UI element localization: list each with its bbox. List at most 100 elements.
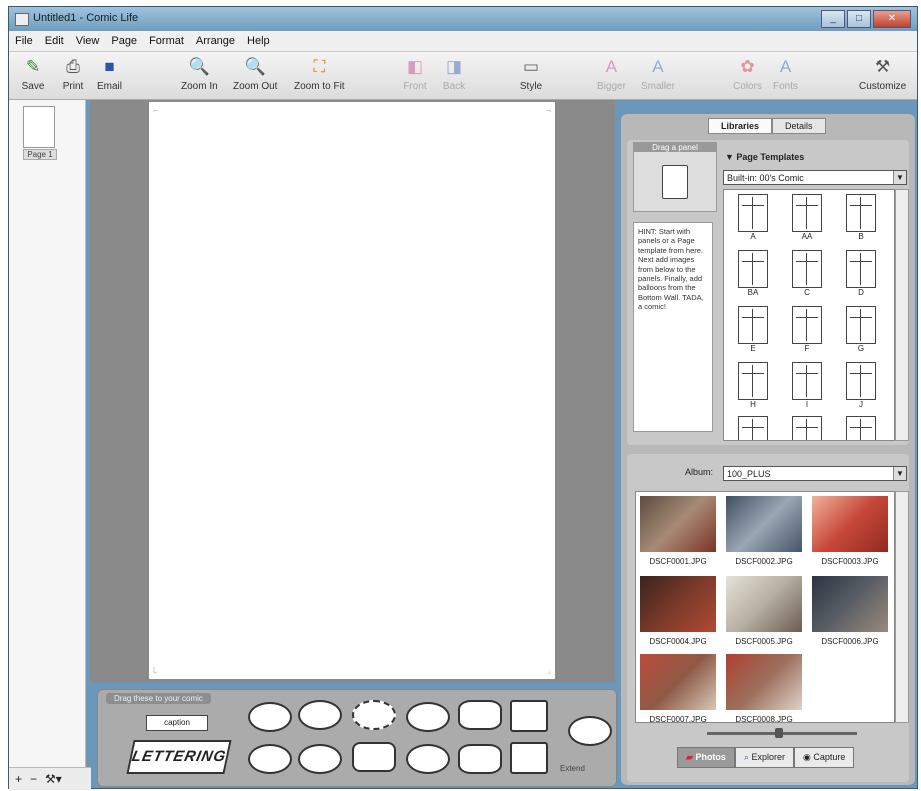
template-item[interactable]: G [838, 306, 884, 353]
tab-photos[interactable]: ▰ Photos [677, 747, 735, 768]
photo-thumbnail [640, 576, 716, 632]
template-item[interactable]: I [784, 362, 830, 409]
template-item[interactable]: D [838, 250, 884, 297]
speech-balloon[interactable] [298, 700, 342, 730]
bigger-button[interactable]: A Bigger [597, 56, 626, 92]
template-item[interactable]: BA [730, 250, 776, 297]
page-thumbnail[interactable] [23, 106, 55, 148]
window-title: Untitled1 - Comic Life [33, 12, 139, 24]
margin-mark: ¬ [546, 106, 551, 115]
photo-item[interactable]: DSCF0007.JPG [640, 654, 716, 722]
zoom-out-icon: 🔍 [244, 57, 266, 76]
speech-balloon[interactable] [298, 744, 342, 774]
template-item[interactable]: H [730, 362, 776, 409]
minimize-button[interactable]: _ [821, 10, 845, 28]
speech-balloon[interactable] [248, 702, 292, 732]
tab-explorer[interactable]: ⌕ Explorer [734, 747, 795, 768]
caption-item[interactable]: caption [146, 715, 208, 731]
thought-balloon[interactable] [406, 702, 450, 732]
template-item[interactable] [838, 416, 884, 440]
album-select[interactable]: 100_PLUS ▼ [723, 466, 907, 481]
zoom-out-button[interactable]: 🔍 Zoom Out [233, 56, 277, 92]
smaller-button[interactable]: A Smaller [641, 56, 675, 92]
customize-button[interactable]: ⚒ Customize [859, 56, 906, 92]
tools-icon: ⚒ [875, 57, 891, 76]
box-balloon[interactable] [510, 700, 548, 732]
fonts-button[interactable]: A Fonts [773, 56, 798, 92]
chevron-down-icon: ▼ [893, 467, 906, 480]
maximize-button[interactable]: □ [847, 10, 871, 28]
photo-scrollbar[interactable] [895, 491, 909, 723]
tab-details[interactable]: Details [772, 118, 826, 134]
photos-icon: ▰ [686, 752, 693, 762]
template-item[interactable] [784, 416, 830, 440]
print-button[interactable]: ⎙ Print [61, 56, 85, 92]
template-item[interactable]: J [838, 362, 884, 409]
panel-preview[interactable]: Drag a panel [633, 142, 717, 212]
menu-edit[interactable]: Edit [39, 35, 70, 47]
rounded-balloon[interactable] [352, 742, 396, 772]
add-page-icon[interactable]: + [15, 772, 22, 786]
photo-filename: DSCF0006.JPG [821, 637, 879, 646]
template-item[interactable]: A [730, 194, 776, 241]
back-button[interactable]: ◨ Back [442, 56, 466, 92]
menu-page[interactable]: Page [105, 35, 143, 47]
template-item[interactable]: E [730, 306, 776, 353]
comic-page[interactable]: ⌐ ¬ L ⌟ [149, 102, 555, 679]
photo-item[interactable]: DSCF0006.JPG [812, 576, 888, 646]
menu-view[interactable]: View [70, 35, 106, 47]
tab-libraries[interactable]: Libraries [708, 118, 773, 134]
remove-page-icon[interactable]: − [30, 772, 37, 786]
burst-balloon[interactable] [458, 744, 502, 774]
photo-item[interactable]: DSCF0001.JPG [640, 496, 716, 566]
template-item[interactable]: C [784, 250, 830, 297]
menu-arrange[interactable]: Arrange [190, 35, 241, 47]
save-icon: ✎ [25, 57, 41, 76]
photo-item[interactable]: DSCF0003.JPG [812, 496, 888, 566]
zoom-fit-icon: ⛶ [313, 57, 326, 76]
zoom-in-button[interactable]: 🔍 Zoom In [181, 56, 218, 92]
tab-explorer-label: Explorer [751, 752, 786, 762]
menu-help[interactable]: Help [241, 35, 276, 47]
slider-handle[interactable] [775, 728, 783, 738]
front-button[interactable]: ◧ Front [403, 56, 427, 92]
panel-shape [662, 165, 688, 199]
balloon-wall-label: Drag these to your comic [106, 693, 211, 704]
zoom-fit-button[interactable]: ⛶ Zoom to Fit [294, 56, 345, 92]
tab-capture[interactable]: ◉ Capture [794, 747, 855, 768]
title-bar: Untitled1 - Comic Life _ □ ✕ [9, 7, 917, 31]
box-balloon[interactable] [510, 742, 548, 774]
photo-thumbnail [640, 496, 716, 552]
photo-item[interactable]: DSCF0005.JPG [726, 576, 802, 646]
photo-thumbnail [726, 576, 802, 632]
album-label: Album: [685, 467, 714, 477]
page-tools-icon[interactable]: ⚒▾ [45, 772, 62, 786]
burst-balloon[interactable] [458, 700, 502, 730]
speech-balloon[interactable] [406, 744, 450, 774]
style-button[interactable]: ▭ Style [519, 56, 543, 92]
speech-balloon[interactable] [248, 744, 292, 774]
template-item[interactable]: B [838, 194, 884, 241]
photo-item[interactable]: DSCF0004.JPG [640, 576, 716, 646]
email-button[interactable]: ■ Email [97, 56, 122, 92]
template-label: J [859, 400, 863, 409]
whisper-balloon[interactable] [352, 700, 396, 730]
templates-select[interactable]: Built-in: 00's Comic ▼ [723, 170, 907, 185]
colors-button[interactable]: ✿ Colors [733, 56, 762, 92]
save-button[interactable]: ✎ Save [21, 56, 45, 92]
templates-title[interactable]: ▼ Page Templates [725, 152, 804, 162]
templates-scrollbar[interactable] [895, 189, 909, 441]
canvas-area: ⌐ ¬ L ⌟ [90, 100, 615, 682]
menu-file[interactable]: File [9, 35, 39, 47]
extend-balloon[interactable] [568, 716, 612, 746]
photo-item[interactable]: DSCF0008.JPG [726, 654, 802, 722]
photo-item[interactable]: DSCF0002.JPG [726, 496, 802, 566]
template-item[interactable] [730, 416, 776, 440]
close-button[interactable]: ✕ [873, 10, 911, 28]
menu-format[interactable]: Format [143, 35, 190, 47]
explorer-icon: ⌕ [743, 752, 749, 762]
template-item[interactable]: F [784, 306, 830, 353]
template-item[interactable]: AA [784, 194, 830, 241]
fonts-label: Fonts [773, 81, 799, 92]
lettering-item[interactable]: LETTERING [126, 740, 232, 774]
